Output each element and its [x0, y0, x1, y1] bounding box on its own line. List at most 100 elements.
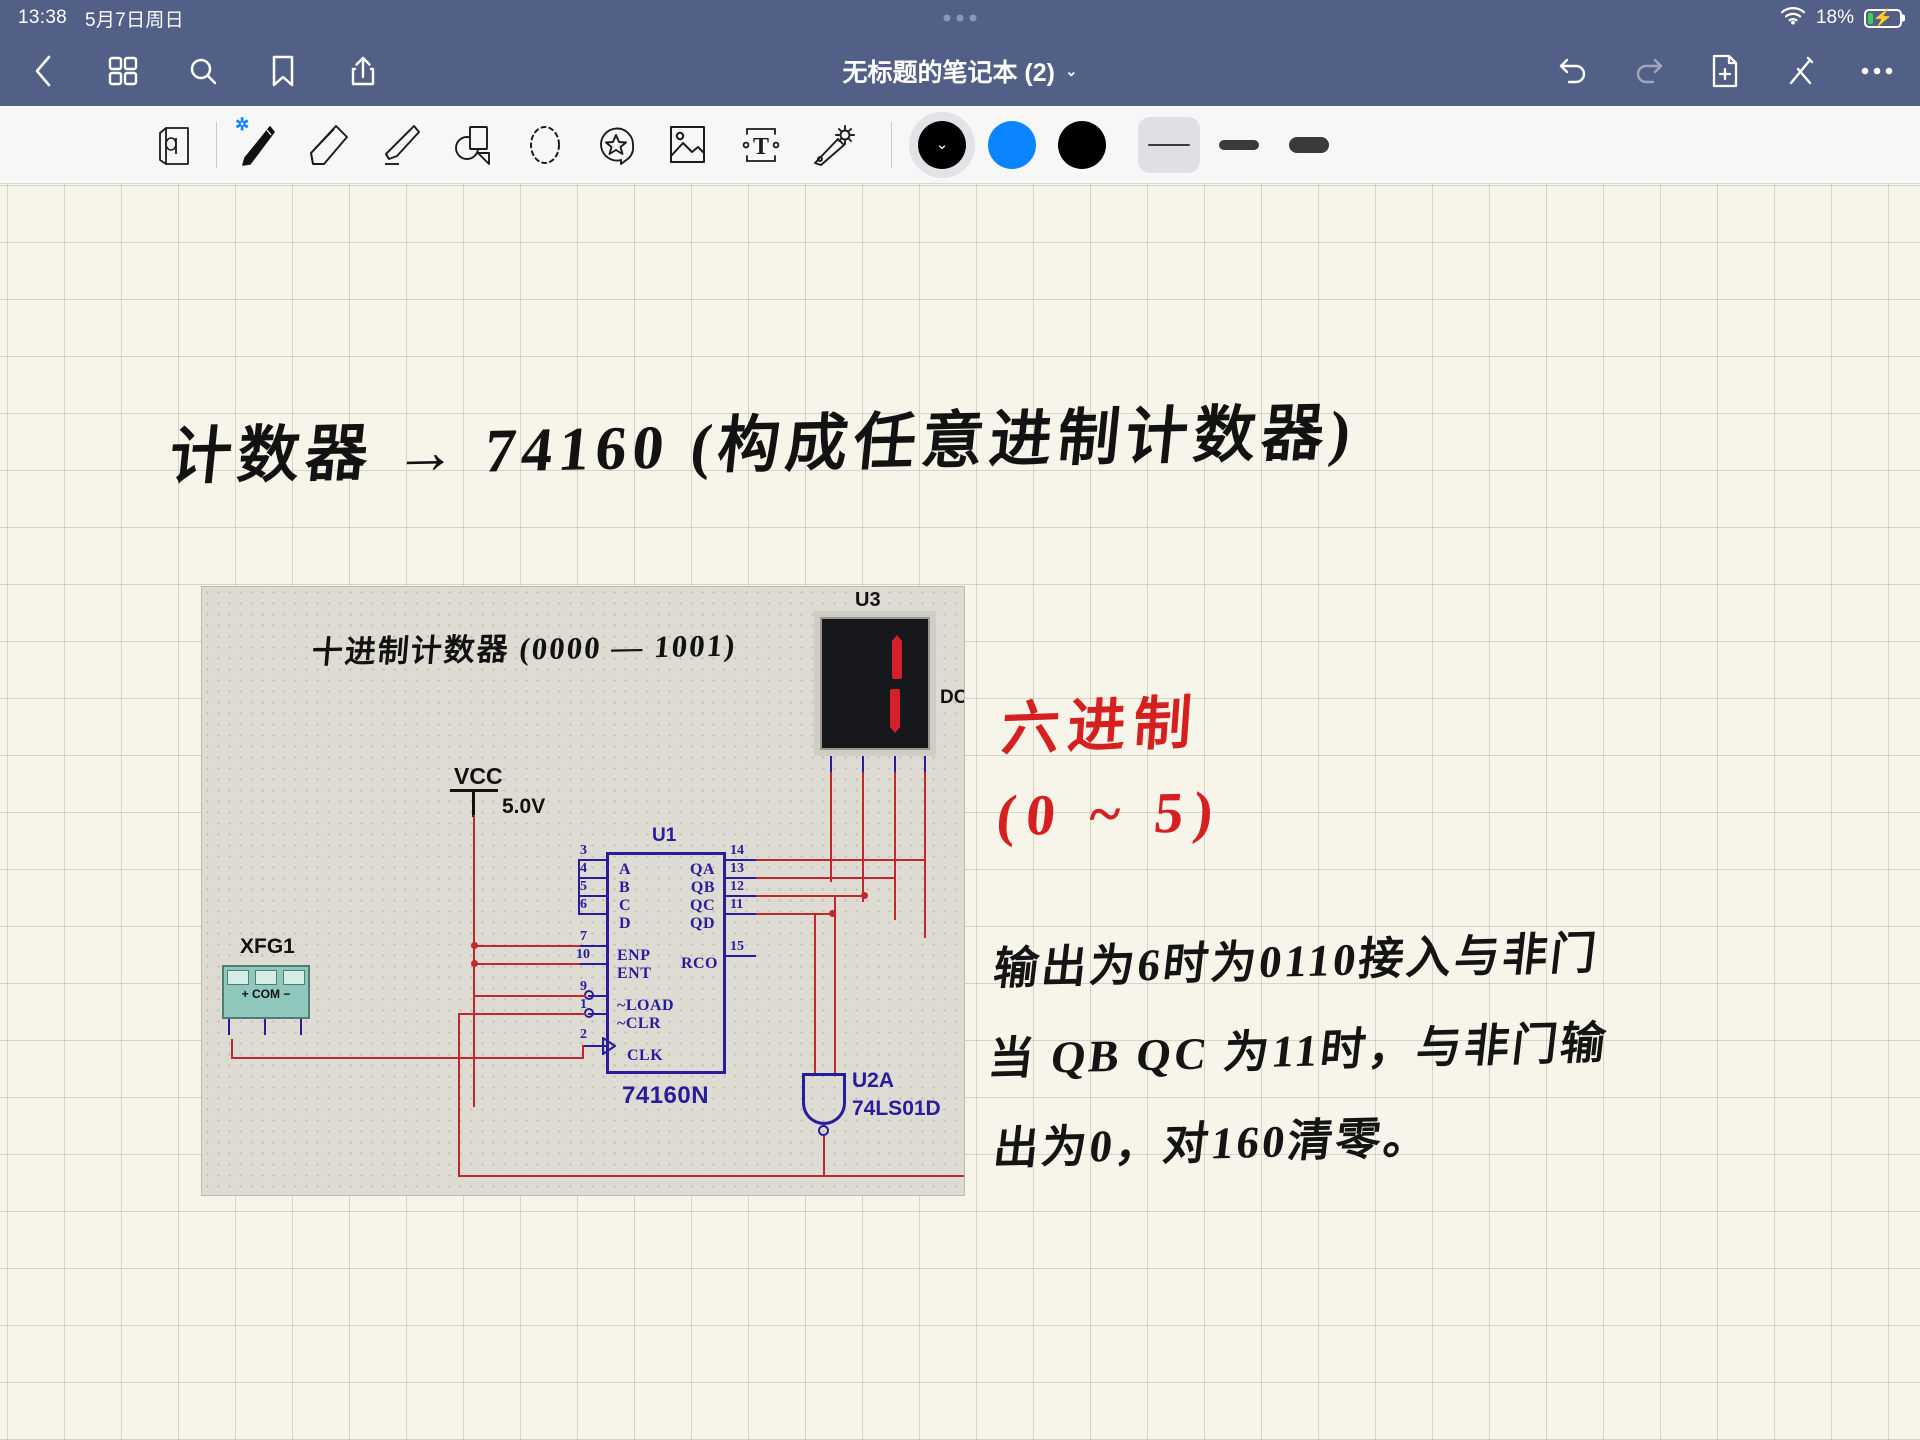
status-bar: 13:38 5月7日周日 18% ⚡	[0, 0, 1920, 36]
status-left: 13:38 5月7日周日	[18, 5, 184, 32]
highlighter-tool[interactable]	[365, 114, 437, 176]
seven-segment-display	[814, 611, 936, 756]
stroke-width-thin[interactable]	[1138, 116, 1200, 173]
generator-waveform-buttons	[224, 967, 308, 985]
note-canvas[interactable]: 计数器 → 74160 (构成任意进制计数器) 六进制 (0 ~ 5) 输出为6…	[0, 184, 1920, 1440]
ic-pin-label-d: D	[619, 915, 632, 932]
ic-pin-label-rco: RCO	[680, 955, 718, 972]
handwritten-red-range: (0 ~ 5)	[994, 779, 1226, 849]
magic-wand-tool[interactable]	[797, 114, 869, 176]
wire-qd	[756, 913, 832, 915]
redo-button[interactable]	[1628, 50, 1670, 92]
nav-left-group	[22, 50, 384, 92]
terminal-minus: −	[283, 987, 291, 1001]
pin-number-4: 4	[580, 861, 587, 876]
navigation-bar: 无标题的笔记本 (2) ⌄	[0, 36, 1920, 106]
nand-gate-bubble	[818, 1125, 829, 1136]
pen-close-icon[interactable]	[1780, 50, 1822, 92]
shapes-tool[interactable]	[437, 114, 509, 176]
ic-pin-label-ent: ENT	[617, 965, 652, 982]
clk-triangle	[602, 1037, 617, 1055]
undo-button[interactable]	[1552, 50, 1594, 92]
generator-legs	[222, 1019, 310, 1039]
display-lead-4	[924, 756, 926, 772]
generator-ref-label: XFG1	[240, 935, 295, 958]
ic-pin-label-qa: QA	[690, 861, 715, 878]
display-ref-label: U3	[855, 589, 881, 611]
status-date: 5月7日周日	[85, 9, 184, 31]
generator-com-label: COM	[252, 987, 280, 1001]
toolbar-divider-2	[891, 121, 892, 168]
wire-clr-bottom	[458, 1175, 964, 1177]
nav-right-group	[1552, 50, 1898, 92]
pin-number-5: 5	[580, 879, 587, 894]
pin-number-14: 14	[730, 843, 744, 858]
add-page-button[interactable]	[1704, 50, 1746, 92]
segment-c	[890, 689, 900, 733]
wire-ent	[474, 963, 580, 965]
ic-pin-label-qb: QB	[690, 879, 715, 896]
more-button[interactable]	[1856, 50, 1898, 92]
segment-b	[892, 635, 902, 679]
status-time: 13:38	[18, 7, 68, 28]
battery-charging-icon: ⚡	[1864, 8, 1902, 28]
text-tool[interactable]: T	[725, 114, 797, 176]
function-generator-body: + COM −	[222, 965, 310, 1019]
display-lead-1	[830, 756, 832, 772]
lasso-tool[interactable]	[509, 114, 581, 176]
ic-part-label: 74160N	[622, 1082, 710, 1109]
circuit-photo[interactable]: 十进制计数器 (0000 — 1001) U3 DC VCC 5.0V U1 A	[202, 587, 964, 1195]
page-scroll-tool[interactable]	[140, 114, 212, 176]
voltage-label: 5.0V	[502, 795, 546, 818]
ic-pin-label-c: C	[619, 897, 632, 914]
bluetooth-icon: ✲	[235, 114, 250, 134]
stroke-widths	[1138, 116, 1340, 173]
wifi-icon	[1780, 5, 1806, 31]
color-swatch-black[interactable]	[1058, 120, 1106, 169]
image-tool[interactable]	[653, 114, 725, 176]
ic-pin-label-clk: CLK	[627, 1047, 664, 1064]
circuit-caption: 十进制计数器 (0000 — 1001)	[310, 627, 739, 671]
stroke-width-thick[interactable]	[1278, 117, 1340, 173]
pen-tool[interactable]: ✲	[221, 114, 293, 176]
pages-grid-button[interactable]	[102, 50, 144, 92]
ic-ref-label: U1	[652, 825, 677, 846]
display-lead-2	[862, 756, 864, 772]
wire-qc	[756, 895, 864, 897]
terminal-plus: +	[241, 987, 249, 1001]
wire-qb	[756, 877, 896, 879]
pin-number-7: 7	[580, 929, 587, 944]
sticker-star-icon[interactable]	[581, 114, 653, 176]
handwritten-red-heading: 六进制	[999, 690, 1202, 763]
wire-qb-up	[862, 772, 864, 902]
ic-pin-label-qc: QC	[690, 897, 715, 914]
color-swatch-black-active[interactable]: ⌄	[918, 120, 966, 169]
bookmark-button[interactable]	[262, 50, 304, 92]
eraser-tool[interactable]	[293, 114, 365, 176]
gate-part-label: 74LS01D	[852, 1097, 941, 1120]
wire-qa-up	[830, 772, 832, 882]
ic-pin-label-load: ~LOAD	[617, 997, 675, 1014]
color-swatches: ⌄	[918, 120, 1106, 169]
triangle-wave-icon	[255, 970, 277, 985]
wire-nand-out	[823, 1136, 825, 1176]
wire-load	[474, 995, 586, 997]
multitask-dots[interactable]	[943, 14, 977, 22]
display-side-label: DC	[940, 687, 964, 708]
sine-wave-icon	[227, 970, 249, 985]
pin-number-12: 12	[730, 879, 744, 894]
stroke-width-medium[interactable]	[1208, 117, 1270, 173]
vcc-label: VCC	[454, 763, 503, 789]
back-button[interactable]	[22, 50, 64, 92]
wire-qd-up	[924, 772, 926, 938]
notebook-title-button[interactable]: 无标题的笔记本 (2) ⌄	[842, 53, 1077, 89]
color-swatch-blue[interactable]	[988, 120, 1036, 169]
pin-number-2: 2	[580, 1027, 587, 1042]
wire-qc-up	[894, 772, 896, 920]
svg-text:T: T	[753, 134, 769, 160]
chevron-down-icon: ⌄	[935, 136, 949, 153]
display-lead-3	[894, 756, 896, 772]
share-button[interactable]	[342, 50, 384, 92]
search-button[interactable]	[182, 50, 224, 92]
wire-clr-down	[458, 1013, 460, 1177]
